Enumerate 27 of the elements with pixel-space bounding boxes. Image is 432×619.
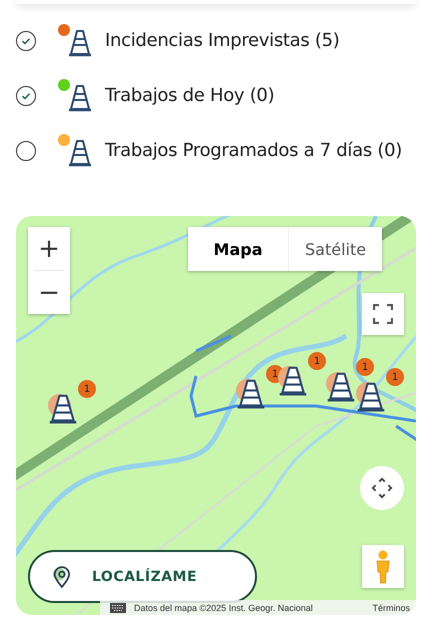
traffic-cone-marker[interactable] xyxy=(356,380,386,414)
checkbox[interactable] xyxy=(16,30,36,50)
traffic-cone-marker[interactable] xyxy=(278,364,308,398)
map-type-tab[interactable]: Mapa xyxy=(188,227,288,271)
traffic-cone-marker[interactable] xyxy=(236,377,266,411)
zoom-out-button[interactable]: − xyxy=(28,271,70,314)
location-pin-icon xyxy=(52,564,70,588)
traffic-cone-marker[interactable] xyxy=(326,370,356,404)
locate-me-button[interactable]: LOCALÍZAME xyxy=(28,550,257,603)
layer-label: Trabajos de Hoy (0) xyxy=(105,85,274,106)
zoom-in-button[interactable]: + xyxy=(28,227,70,270)
map-type-tab[interactable]: Satélite xyxy=(288,227,382,271)
layer-label: Incidencias Imprevistas (5) xyxy=(105,30,340,51)
fullscreen-button[interactable] xyxy=(362,293,404,335)
traffic-cone-marker[interactable] xyxy=(48,392,78,426)
fullscreen-icon xyxy=(373,304,393,324)
checkbox[interactable] xyxy=(16,86,36,106)
arrows-icon xyxy=(371,477,393,499)
traffic-cone-icon xyxy=(68,138,92,168)
checkbox[interactable] xyxy=(16,140,36,160)
terms-link[interactable]: Términos xyxy=(372,602,410,612)
map-attribution: Datos del mapa ©2025 Inst. Geogr. Nacional xyxy=(134,602,313,612)
person-icon xyxy=(375,550,391,584)
traffic-cone-icon xyxy=(68,82,92,112)
keyboard-icon[interactable] xyxy=(110,602,126,612)
traffic-cone-icon xyxy=(68,28,92,58)
layer-label: Trabajos Programados a 7 días (0) xyxy=(105,140,402,161)
